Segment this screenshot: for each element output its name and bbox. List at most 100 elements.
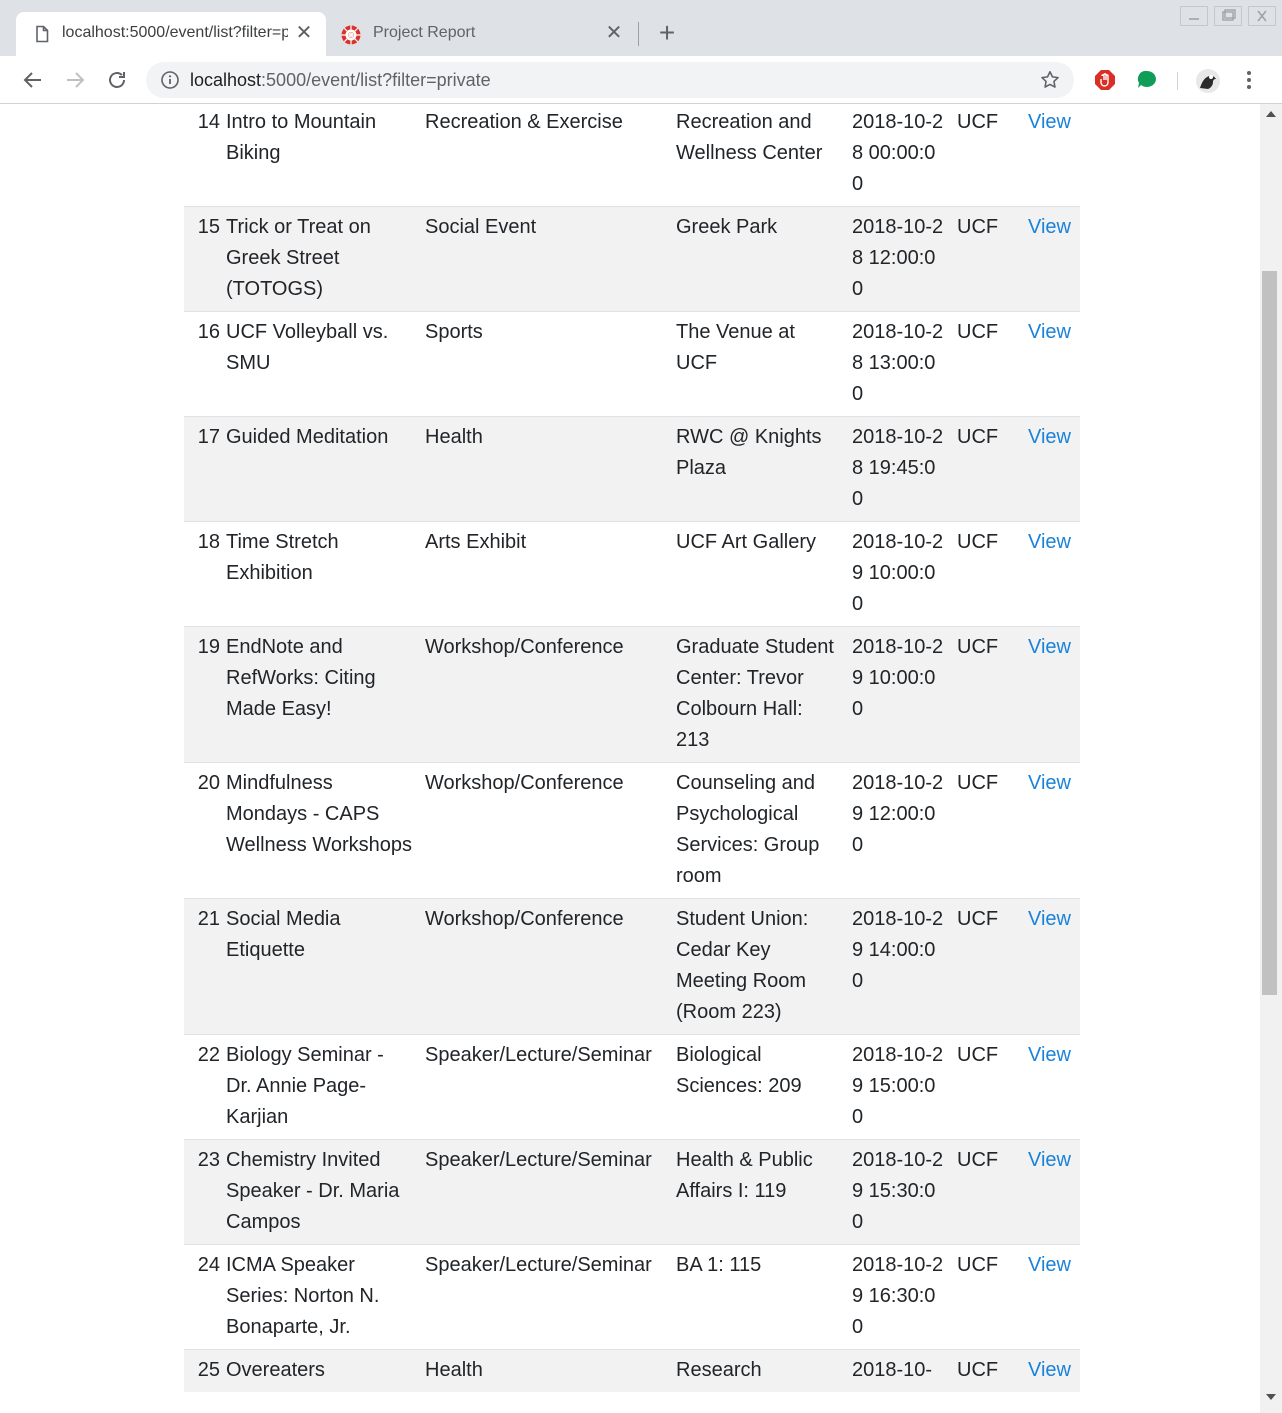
event-name: UCF Volleyball vs. SMU xyxy=(220,311,419,417)
table-row: 17 Guided Meditation Health RWC @ Knights P… xyxy=(184,416,1080,522)
event-location: BA 1: 115 xyxy=(670,1244,846,1350)
event-location: Student Union: Cedar Key Meeting Room (R… xyxy=(670,898,846,1035)
toolbar-separator xyxy=(1177,72,1178,90)
event-name: Mindfulness Mondays - CAPS Wellness Work… xyxy=(220,762,419,899)
event-organization: UCF xyxy=(951,1244,1022,1350)
url-text[interactable]: localhost:5000/event/list?filter=private xyxy=(190,70,491,90)
view-event-link[interactable]: View xyxy=(1028,772,1071,794)
adblock-extension-icon[interactable] xyxy=(1093,68,1117,92)
browser-toolbar: localhost:5000/event/list?filter=private xyxy=(0,56,1282,104)
view-event-link[interactable]: View xyxy=(1028,531,1071,553)
event-category: Arts Exhibit xyxy=(419,521,670,627)
new-tab-button[interactable]: + xyxy=(655,19,679,48)
view-event-link[interactable]: View xyxy=(1028,1254,1071,1276)
event-date: 2018-10- xyxy=(846,1349,951,1392)
events-table: 14 Intro to Mountain Biking Recreation & E… xyxy=(184,104,1080,1392)
event-id: 19 xyxy=(184,626,220,763)
profile-avatar-icon[interactable] xyxy=(1195,68,1220,93)
view-event-link[interactable]: View xyxy=(1028,111,1071,133)
scroll-up-arrow-icon[interactable] xyxy=(1266,111,1276,117)
view-event-link[interactable]: View xyxy=(1028,636,1071,658)
event-actions: View xyxy=(1022,1034,1080,1140)
view-event-link[interactable]: View xyxy=(1028,908,1071,930)
tab-title: Project Report xyxy=(373,24,476,41)
tab-close-icon[interactable]: ✕ xyxy=(294,22,314,44)
event-organization: UCF xyxy=(951,898,1022,1035)
event-name: Trick or Treat on Greek Street (TOTOGS) xyxy=(220,206,419,312)
window-close-button[interactable] xyxy=(1248,6,1276,26)
scrollbar-thumb[interactable] xyxy=(1262,271,1277,995)
maximize-icon xyxy=(1222,9,1236,21)
info-icon[interactable] xyxy=(160,70,180,90)
window-minimize-button[interactable] xyxy=(1180,6,1208,26)
tab-event-list[interactable]: localhost:5000/event/list?filter=private… xyxy=(16,12,326,56)
event-location: Counseling and Psychological Services: G… xyxy=(670,762,846,899)
event-location: Research xyxy=(670,1349,846,1392)
event-location: Biological Sciences: 209 xyxy=(670,1034,846,1140)
close-icon xyxy=(1257,10,1267,22)
event-name: Intro to Mountain Biking xyxy=(226,111,377,164)
event-category: Speaker/Lecture/Seminar xyxy=(419,1244,670,1350)
event-actions: View xyxy=(1022,104,1080,207)
tab-project-report[interactable]: Project Report ✕ xyxy=(330,12,636,56)
event-location: Greek Park xyxy=(670,206,846,312)
back-button[interactable] xyxy=(21,68,45,92)
event-actions: View xyxy=(1022,521,1080,627)
reload-button[interactable] xyxy=(105,68,129,92)
event-category: Sports xyxy=(419,311,670,417)
event-id: 22 xyxy=(184,1034,220,1140)
event-organization: UCF xyxy=(957,111,999,133)
event-date: 2018-10-28 13:00:00 xyxy=(846,311,951,417)
event-id: 18 xyxy=(184,521,220,627)
view-event-link[interactable]: View xyxy=(1028,1359,1071,1381)
event-id: 17 xyxy=(184,416,220,522)
tab-title: localhost:5000/event/list?filter=private xyxy=(62,24,288,41)
view-event-link[interactable]: View xyxy=(1028,1044,1071,1066)
table-row: 22 Biology Seminar - Dr. Annie Page-Karji… xyxy=(184,1034,1080,1140)
event-name: ICMA Speaker Series: Norton N. Bonaparte… xyxy=(220,1244,419,1350)
page-icon xyxy=(32,24,52,44)
event-name: Chemistry Invited Speaker - Dr. Maria Ca… xyxy=(220,1139,419,1245)
address-bar[interactable]: localhost:5000/event/list?filter=private xyxy=(146,62,1074,98)
event-id: 23 xyxy=(184,1139,220,1245)
minimize-icon xyxy=(1189,18,1199,20)
kebab-menu-icon[interactable] xyxy=(1237,68,1261,92)
green-extension-icon[interactable] xyxy=(1135,68,1159,92)
table-row: 15 Trick or Treat on Greek Street (TOTOGS… xyxy=(184,206,1080,312)
scroll-down-arrow-icon[interactable] xyxy=(1266,1394,1276,1400)
forward-button[interactable] xyxy=(63,68,87,92)
table-row: 25 Overeaters Health Research 2018-10- UCF Vie… xyxy=(184,1349,1080,1392)
event-organization: UCF xyxy=(951,206,1022,312)
event-name: Social Media Etiquette xyxy=(220,898,419,1035)
view-event-link[interactable]: View xyxy=(1028,216,1071,238)
event-category: Health xyxy=(419,1349,670,1392)
table-row: 18 Time Stretch Exhibition Arts Exhibit UCF… xyxy=(184,521,1080,627)
view-event-link[interactable]: View xyxy=(1028,1149,1071,1171)
tab-separator xyxy=(638,22,639,46)
event-organization: UCF xyxy=(951,762,1022,899)
event-actions: View xyxy=(1022,311,1080,417)
event-name: Time Stretch Exhibition xyxy=(220,521,419,627)
reload-icon xyxy=(109,72,125,88)
bookmark-star-icon[interactable] xyxy=(1039,69,1061,91)
event-category: Workshop/Conference xyxy=(419,898,670,1035)
event-date: 2018-10-29 10:00:00 xyxy=(846,626,951,763)
event-id: 16 xyxy=(184,311,220,417)
table-row: 16 UCF Volleyball vs. SMU Sports The Venue … xyxy=(184,311,1080,417)
event-actions: View xyxy=(1022,1349,1080,1392)
events-table-body: 14 Intro to Mountain Biking Recreation & E… xyxy=(184,104,1080,1392)
event-name: Overeaters xyxy=(220,1349,419,1392)
event-organization: UCF xyxy=(951,1034,1022,1140)
view-event-link[interactable]: View xyxy=(1028,426,1071,448)
event-date: 2018-10-28 19:45:00 xyxy=(846,416,951,522)
tab-close-icon[interactable]: ✕ xyxy=(604,22,624,44)
tab-strip: localhost:5000/event/list?filter=private… xyxy=(0,0,1282,56)
view-event-link[interactable]: View xyxy=(1028,321,1071,343)
arrow-left-icon xyxy=(23,72,41,88)
window-maximize-button[interactable] xyxy=(1214,6,1242,26)
event-actions: View xyxy=(1022,1139,1080,1245)
vertical-scrollbar[interactable] xyxy=(1260,104,1282,1413)
table-row: 14 Intro to Mountain Biking Recreation & E… xyxy=(184,104,1080,207)
page-viewport: 14 Intro to Mountain Biking Recreation & E… xyxy=(0,104,1260,1413)
event-date: 2018-10-29 12:00:00 xyxy=(846,762,951,899)
